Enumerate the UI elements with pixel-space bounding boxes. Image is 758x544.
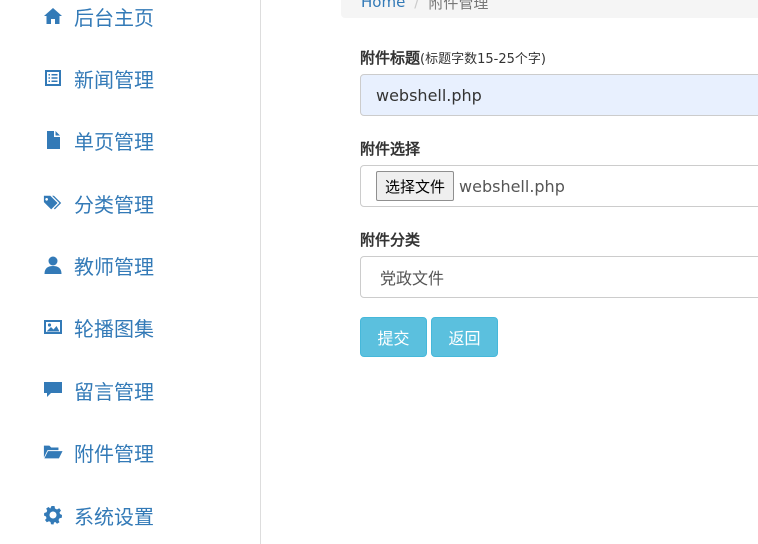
sidebar-item-dashboard[interactable]: 后台主页 (42, 0, 154, 32)
cog-icon (42, 504, 64, 526)
breadcrumb: Home / 附件管理 (341, 0, 758, 18)
comment-icon (42, 379, 64, 401)
sidebar-item-settings[interactable]: 系统设置 (42, 499, 154, 531)
home-icon (42, 5, 64, 27)
user-icon (42, 254, 64, 276)
title-input-value: webshell.php (376, 85, 482, 105)
sidebar-item-messages[interactable]: 留言管理 (42, 374, 154, 406)
sidebar-item-attachments[interactable]: 附件管理 (42, 436, 154, 468)
sidebar-item-teachers[interactable]: 教师管理 (42, 249, 154, 281)
category-select-value: 党政文件 (380, 269, 445, 288)
sidebar-item-label: 分类管理 (74, 192, 154, 217)
back-button[interactable]: 返回 (431, 317, 498, 357)
title-hint: (标题字数15-25个字) (420, 52, 546, 67)
sidebar-item-label: 单页管理 (74, 129, 154, 154)
title-label: 附件标题(标题字数15-25个字) (360, 47, 546, 68)
file-icon (42, 129, 64, 151)
choose-file-button[interactable]: 选择文件 (376, 171, 455, 201)
category-select[interactable]: 党政文件 (360, 256, 758, 298)
list-alt-icon (42, 67, 64, 89)
picture-icon (42, 316, 64, 338)
sidebar-item-news[interactable]: 新闻管理 (42, 62, 154, 94)
sidebar: 后台主页 新闻管理 单页管理 分类管理 教师管理 轮播图集 留言管理 附件管理 … (0, 0, 261, 544)
sidebar-item-carousel[interactable]: 轮播图集 (42, 311, 154, 343)
breadcrumb-separator: / (414, 0, 420, 11)
title-label-text: 附件标题 (360, 49, 421, 67)
file-label: 附件选择 (360, 140, 421, 158)
sidebar-item-label: 系统设置 (74, 504, 154, 529)
category-label: 附件分类 (360, 231, 421, 249)
breadcrumb-current: 附件管理 (428, 0, 489, 12)
sidebar-item-label: 轮播图集 (74, 316, 154, 341)
title-input[interactable]: webshell.php (360, 74, 758, 116)
file-input[interactable]: 选择文件 webshell.php (360, 165, 758, 207)
tags-icon (42, 192, 64, 214)
sidebar-item-label: 附件管理 (74, 441, 154, 466)
submit-button[interactable]: 提交 (360, 317, 427, 357)
sidebar-item-label: 教师管理 (74, 254, 154, 279)
folder-open-icon (42, 441, 64, 463)
sidebar-item-pages[interactable]: 单页管理 (42, 124, 154, 156)
sidebar-item-label: 新闻管理 (74, 67, 154, 92)
sidebar-item-label: 留言管理 (74, 379, 154, 404)
sidebar-item-categories[interactable]: 分类管理 (42, 187, 154, 219)
chosen-file-name: webshell.php (459, 176, 565, 196)
sidebar-item-label: 后台主页 (74, 5, 154, 30)
breadcrumb-home-link[interactable]: Home (361, 0, 405, 11)
